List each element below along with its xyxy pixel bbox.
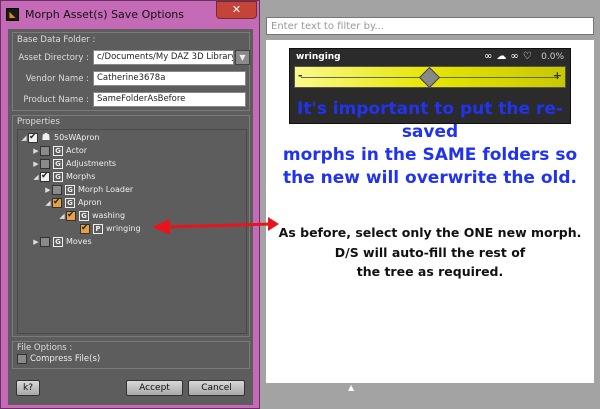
tree-item-label: Morph Loader bbox=[78, 185, 134, 194]
slider-value[interactable]: 0.0% bbox=[541, 52, 564, 62]
tree-item-label: 50sWApron bbox=[54, 133, 100, 142]
filter-input[interactable] bbox=[266, 17, 594, 35]
checkbox[interactable] bbox=[40, 158, 50, 169]
pane-toggle-icon[interactable]: ▲ bbox=[348, 383, 354, 392]
chevron-right-icon[interactable]: ▶ bbox=[32, 238, 40, 246]
tree-item-selected[interactable]: P wringing bbox=[80, 223, 141, 234]
vendor-name-field[interactable]: Catherine3678a bbox=[93, 71, 246, 86]
tree-item-label: Adjustments bbox=[66, 159, 117, 168]
dialog-title: Morph Asset(s) Save Options bbox=[25, 8, 185, 21]
asset-directory-field[interactable]: c/Documents/My DAZ 3D Library bbox=[93, 50, 234, 65]
tree-item[interactable]: ◢ G Morphs bbox=[32, 171, 95, 182]
checkbox[interactable] bbox=[52, 184, 62, 195]
chevron-right-icon[interactable]: ▶ bbox=[32, 147, 40, 155]
slider-track[interactable]: - + bbox=[294, 66, 566, 89]
group-title: File Options : bbox=[17, 343, 73, 353]
chevron-down-icon[interactable]: ◢ bbox=[20, 134, 28, 142]
slider-thumb[interactable] bbox=[418, 66, 441, 89]
tree-item-label: Morphs bbox=[66, 172, 96, 181]
group-node-icon: G bbox=[65, 197, 75, 208]
annotation-secondary-line: D/S will auto-fill the rest of bbox=[334, 244, 526, 260]
base-data-folder-group: Base Data Folder : Asset Directory : c/D… bbox=[12, 32, 250, 111]
tree-item[interactable]: ▶ G Adjustments bbox=[32, 158, 116, 169]
chevron-down-icon[interactable]: ▼ bbox=[235, 50, 250, 65]
product-name-field[interactable]: SameFolderAsBefore bbox=[93, 92, 246, 107]
compress-label: Compress File(s) bbox=[30, 354, 101, 364]
annotation-secondary-line: As before, select only the ONE new morph… bbox=[278, 225, 582, 240]
content-panel: wringing ∞ ☁ ∞ ♡ 0.0% - + It's important… bbox=[266, 40, 594, 383]
annotation-main-line: morphs in the SAME folders so bbox=[282, 145, 578, 165]
tree-item[interactable]: ▶ G Morph Loader bbox=[44, 184, 133, 195]
group-node-icon: G bbox=[53, 145, 63, 156]
chevron-right-icon[interactable]: ▶ bbox=[32, 160, 40, 168]
properties-group: Properties ◢ ☗ 50sWApron ▶ G Actor bbox=[12, 115, 250, 337]
cancel-button[interactable]: Cancel bbox=[188, 380, 245, 396]
tree-item-label: Actor bbox=[66, 146, 88, 155]
right-pane: wringing ∞ ☁ ∞ ♡ 0.0% - + It's important… bbox=[260, 0, 600, 409]
tree-item[interactable]: ◢ G washing bbox=[58, 210, 125, 221]
slider-plus: + bbox=[552, 69, 562, 82]
properties-tree: ◢ ☗ 50sWApron ▶ G Actor ▶ G Adjus bbox=[17, 129, 247, 334]
compress-checkbox[interactable] bbox=[17, 354, 27, 364]
group-node-icon: G bbox=[53, 158, 63, 169]
tree-item[interactable]: ◢ ☗ 50sWApron bbox=[20, 132, 99, 143]
group-title: Base Data Folder : bbox=[17, 35, 96, 45]
tree-item-label: Apron bbox=[78, 198, 102, 207]
tree-item-label: wringing bbox=[106, 224, 141, 233]
group-node-icon: G bbox=[53, 236, 63, 247]
checkbox[interactable] bbox=[28, 132, 38, 143]
people-icon: ☗ bbox=[41, 131, 51, 143]
accept-button[interactable]: Accept bbox=[126, 380, 183, 396]
bottom-strip: ▲ bbox=[260, 383, 600, 409]
close-button[interactable]: ✕ bbox=[216, 1, 257, 19]
help-button[interactable]: k? bbox=[16, 380, 40, 396]
property-node-icon: P bbox=[93, 223, 103, 234]
checkbox[interactable] bbox=[40, 171, 50, 182]
vendor-name-label: Vendor Name : bbox=[25, 74, 89, 84]
slider-name: wringing bbox=[296, 52, 341, 62]
app-icon: ◣ bbox=[6, 8, 19, 21]
cloud-icon[interactable]: ☁ bbox=[496, 51, 506, 62]
tree-item[interactable]: ▶ G Actor bbox=[32, 145, 87, 156]
tree-item[interactable]: ▶ G Moves bbox=[32, 236, 92, 247]
group-node-icon: G bbox=[65, 184, 75, 195]
chevron-down-icon[interactable]: ◢ bbox=[32, 173, 40, 181]
checkbox[interactable] bbox=[66, 210, 76, 221]
product-name-label: Product Name : bbox=[23, 95, 89, 105]
tree-item-label: Moves bbox=[66, 237, 92, 246]
annotation-secondary: As before, select only the ONE new morph… bbox=[270, 223, 590, 282]
dialog-body: Base Data Folder : Asset Directory : c/D… bbox=[8, 29, 253, 405]
tree-item[interactable]: ◢ G Apron bbox=[44, 197, 102, 208]
file-options-group: File Options : Compress File(s) bbox=[12, 341, 250, 369]
annotation-main-line: the new will overwrite the old. bbox=[282, 168, 577, 188]
group-node-icon: G bbox=[79, 210, 89, 221]
save-options-dialog: ◣ Morph Asset(s) Save Options ✕ Base Dat… bbox=[0, 0, 260, 409]
compress-option[interactable]: Compress File(s) bbox=[17, 354, 100, 364]
checkbox[interactable] bbox=[80, 223, 90, 234]
checkbox[interactable] bbox=[40, 236, 50, 247]
chevron-right-icon[interactable]: ▶ bbox=[44, 186, 52, 194]
annotation-main: It's important to put the re-saved morph… bbox=[270, 98, 590, 190]
annotation-main-line: It's important to put the re-saved bbox=[297, 99, 563, 142]
group-node-icon: G bbox=[53, 171, 63, 182]
slider-icon-row: ∞ ☁ ∞ ♡ bbox=[484, 51, 532, 62]
chevron-down-icon[interactable]: ◢ bbox=[58, 212, 66, 220]
slider-minus: - bbox=[298, 69, 303, 82]
asset-directory-label: Asset Directory : bbox=[18, 53, 89, 63]
chevron-down-icon[interactable]: ◢ bbox=[44, 199, 52, 207]
group-title: Properties bbox=[17, 117, 60, 127]
tree-item-label: washing bbox=[92, 211, 126, 220]
link-icon[interactable]: ∞ bbox=[510, 51, 518, 62]
heart-icon[interactable]: ♡ bbox=[523, 51, 532, 62]
link-icon[interactable]: ∞ bbox=[484, 51, 492, 62]
checkbox[interactable] bbox=[40, 145, 50, 156]
annotation-secondary-line: the tree as required. bbox=[356, 264, 504, 279]
title-bar[interactable]: ◣ Morph Asset(s) Save Options ✕ bbox=[1, 1, 259, 29]
checkbox[interactable] bbox=[52, 197, 62, 208]
